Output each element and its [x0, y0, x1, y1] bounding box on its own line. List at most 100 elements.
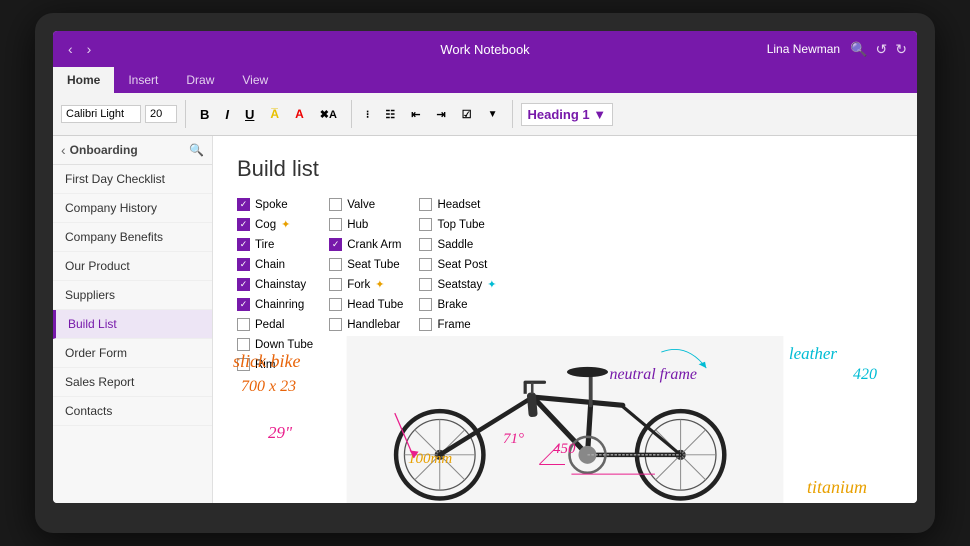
redo-icon[interactable]: ↻: [895, 41, 907, 58]
sidebar-item-our-product[interactable]: Our Product: [53, 252, 212, 281]
font-color-button[interactable]: A: [289, 104, 310, 124]
forward-button[interactable]: ›: [82, 39, 97, 59]
list-item: Head Tube: [329, 296, 403, 313]
dropdown-arrow-1[interactable]: ▼: [482, 106, 504, 123]
screen: ‹ › Work Notebook Lina Newman 🔍 ↺ ↻ Home…: [53, 31, 917, 503]
checkbox-head-tube[interactable]: [329, 298, 342, 311]
list-item: Hub: [329, 216, 403, 233]
item-label: Head Tube: [347, 299, 403, 311]
collapse-icon[interactable]: ‹: [61, 142, 66, 158]
title-bar-right: Lina Newman 🔍 ↺ ↻: [767, 41, 907, 58]
item-label: Headset: [437, 199, 480, 211]
sidebar: ‹ Onboarding 🔍 First Day Checklist Compa…: [53, 136, 213, 503]
sidebar-item-company-history[interactable]: Company History: [53, 194, 212, 223]
list-item: Valve: [329, 196, 403, 213]
checkbox-seat-post[interactable]: [419, 258, 432, 271]
checkbox-top-tube[interactable]: [419, 218, 432, 231]
numbered-list-button[interactable]: ☷: [379, 105, 401, 124]
checkbox-brake[interactable]: [419, 298, 432, 311]
checkbox-fork[interactable]: [329, 278, 342, 291]
star-icon: ✦: [281, 218, 290, 231]
checkbox-pedal[interactable]: [237, 318, 250, 331]
search-icon[interactable]: 🔍: [850, 41, 867, 58]
title-icons: 🔍 ↺ ↻: [850, 41, 907, 58]
star-icon-fork: ✦: [375, 278, 384, 291]
bullets-button[interactable]: ⁝: [360, 105, 376, 124]
tab-home[interactable]: Home: [53, 67, 114, 93]
main-content: ‹ Onboarding 🔍 First Day Checklist Compa…: [53, 136, 917, 503]
item-label: Cog: [255, 219, 276, 231]
item-label: Tire: [255, 239, 274, 251]
ribbon-tools: B I U A̅ A ✖A ⁝ ☷ ⇤ ⇥ ☑ ▼ Heading 1 ▼: [53, 93, 917, 135]
item-label: Valve: [347, 199, 375, 211]
checkbox-saddle[interactable]: [419, 238, 432, 251]
separator-3: [512, 100, 513, 128]
annotation-neutral-frame: neutral frame: [609, 366, 697, 384]
laptop-frame: ‹ › Work Notebook Lina Newman 🔍 ↺ ↻ Home…: [35, 13, 935, 533]
clear-format-button[interactable]: ✖A: [314, 105, 343, 124]
checkbox-handlebar[interactable]: [329, 318, 342, 331]
checkbox-tire[interactable]: [237, 238, 250, 251]
sidebar-item-order-form[interactable]: Order Form: [53, 339, 212, 368]
underline-button[interactable]: U: [239, 104, 260, 125]
checkbox-seat-tube[interactable]: [329, 258, 342, 271]
indent-increase-button[interactable]: ⇥: [431, 105, 452, 124]
item-label: Brake: [437, 299, 467, 311]
title-bar: ‹ › Work Notebook Lina Newman 🔍 ↺ ↻: [53, 31, 917, 67]
star-icon-seatstay: ✦: [487, 278, 496, 291]
tab-insert[interactable]: Insert: [114, 67, 172, 93]
annotation-420: 420: [853, 366, 877, 384]
tab-draw[interactable]: Draw: [172, 67, 228, 93]
checkbox-chainring[interactable]: [237, 298, 250, 311]
checkbox-crank-arm[interactable]: [329, 238, 342, 251]
sidebar-item-suppliers[interactable]: Suppliers: [53, 281, 212, 310]
heading-style-dropdown[interactable]: Heading 1 ▼: [521, 103, 614, 126]
sidebar-item-company-benefits[interactable]: Company Benefits: [53, 223, 212, 252]
checkbox-seatstay[interactable]: [419, 278, 432, 291]
undo-icon[interactable]: ↺: [876, 41, 888, 58]
separator-1: [185, 100, 186, 128]
checkbox-valve[interactable]: [329, 198, 342, 211]
list-item: Pedal: [237, 316, 313, 333]
sidebar-item-build-list[interactable]: Build List: [53, 310, 212, 339]
font-name-input[interactable]: [61, 105, 141, 123]
list-item: Seat Tube: [329, 256, 403, 273]
sidebar-notebook-title: Onboarding: [70, 143, 185, 157]
item-label: Pedal: [255, 319, 284, 331]
item-label: Chainring: [255, 299, 304, 311]
list-item: Chainstay: [237, 276, 313, 293]
checkbox-cog[interactable]: [237, 218, 250, 231]
checkbox-chain[interactable]: [237, 258, 250, 271]
sidebar-item-contacts[interactable]: Contacts: [53, 397, 212, 426]
italic-button[interactable]: I: [219, 104, 235, 125]
item-label: Seat Tube: [347, 259, 399, 271]
annotation-slick-bike: slick bike: [233, 351, 300, 372]
list-item: Tire: [237, 236, 313, 253]
sidebar-item-first-day[interactable]: First Day Checklist: [53, 165, 212, 194]
bold-button[interactable]: B: [194, 104, 215, 125]
bike-image-area: slick bike 700 x 23 neutral frame leathe…: [213, 336, 917, 503]
checkbox-button[interactable]: ☑: [456, 105, 478, 124]
page-inner: Build list Spoke Cog ✦: [213, 136, 917, 503]
sidebar-search-icon[interactable]: 🔍: [189, 143, 204, 157]
sidebar-item-sales-report[interactable]: Sales Report: [53, 368, 212, 397]
highlight-button[interactable]: A̅: [264, 104, 285, 124]
list-item: Crank Arm: [329, 236, 403, 253]
item-label: Handlebar: [347, 319, 400, 331]
checkbox-hub[interactable]: [329, 218, 342, 231]
indent-decrease-button[interactable]: ⇤: [405, 105, 426, 124]
font-size-input[interactable]: [145, 105, 177, 123]
tab-view[interactable]: View: [228, 67, 282, 93]
nav-arrows: ‹ ›: [63, 39, 96, 59]
item-label: Seat Post: [437, 259, 487, 271]
back-button[interactable]: ‹: [63, 39, 78, 59]
checkbox-frame[interactable]: [419, 318, 432, 331]
item-label: Top Tube: [437, 219, 484, 231]
list-item: Frame: [419, 316, 496, 333]
checkbox-headset[interactable]: [419, 198, 432, 211]
checkbox-chainstay[interactable]: [237, 278, 250, 291]
list-item: Cog ✦: [237, 216, 313, 233]
list-item: Saddle: [419, 236, 496, 253]
checkbox-spoke[interactable]: [237, 198, 250, 211]
item-label: Spoke: [255, 199, 288, 211]
